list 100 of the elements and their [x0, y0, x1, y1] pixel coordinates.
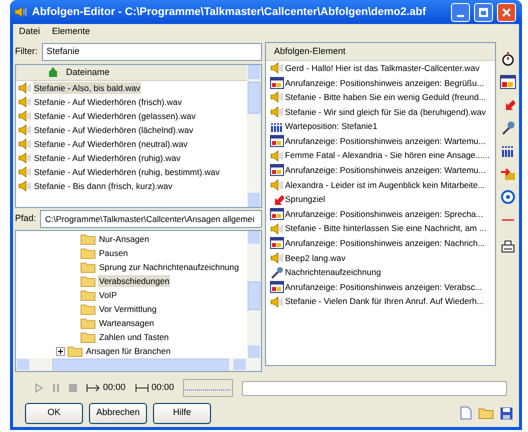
file-item[interactable]: Stefanie - Auf Wiederhören (gelassen).wav [33, 110, 197, 122]
sequence-item[interactable]: Stefanie - Vielen Dank für Ihren Anruf. Auf Wiederh... [285, 295, 484, 308]
sequence-item[interactable]: Stefanie - Wir sind gleich für Sie da (beruhigend).wav [285, 106, 486, 118]
sequence-item[interactable]: Warteposition: Stefanie1 [285, 120, 378, 134]
tree-item[interactable]: Zahlen und Tasten [98, 330, 170, 344]
queue-icon[interactable] [501, 144, 515, 158]
input-field[interactable] [242, 380, 507, 396]
tree-item[interactable]: Nur-Ansagen [98, 232, 150, 246]
file-item[interactable]: Stefanie - Auf Wiederhören (ruhig).wav [33, 152, 182, 164]
length-icon [134, 384, 149, 392]
folder-icon [80, 331, 96, 343]
speaker-icon [18, 152, 32, 164]
sequence-item[interactable]: Gerd - Hallo! Hier ist das Talkmaster-Callcenter.wav [285, 62, 480, 75]
new-file-icon[interactable] [460, 406, 472, 420]
sequence-item[interactable]: Femme Fatal - Alexandria - Sie hören eine Ansage...... [285, 149, 490, 162]
folder-icon [80, 289, 96, 301]
speaker-icon [270, 252, 284, 264]
telephone-icon[interactable] [501, 190, 515, 204]
column-header[interactable]: Dateiname [16, 65, 247, 81]
sequence-item[interactable]: Beep2 lang.wav [285, 252, 346, 264]
arrow-right-icon [86, 384, 100, 392]
speaker-icon [18, 96, 32, 108]
sequence-item[interactable]: Anrufanzeige: Positionshinweis anzeigen: Nachrich... [285, 237, 485, 250]
length-time: 00:00 [152, 381, 174, 394]
sequence-item[interactable]: Stefanie - Bitte haben Sie ein wenig Geduld (freund... [285, 91, 486, 104]
close-button[interactable] [497, 2, 516, 22]
file-item[interactable]: Stefanie - Also, bis bald.wav [33, 82, 142, 94]
tree-item[interactable]: Ansagen für Branchen [85, 344, 172, 358]
filter-field[interactable]: Stefanie [42, 43, 262, 61]
tree-item[interactable]: Vor Vermittlung [98, 302, 158, 316]
file-item[interactable]: Stefanie - Auf Wiederhören (ruhig, bestimmt).wav [33, 166, 221, 178]
menu-item[interactable]: Datei [19, 25, 40, 39]
tree-item[interactable]: VoIP [98, 288, 118, 302]
tree-item[interactable]: Sprung zur Nachrichtenaufzeichnung [98, 260, 240, 274]
dialog-button[interactable]: Hilfe [153, 402, 211, 424]
column-header[interactable]: Abfolgen-Element [266, 43, 495, 61]
window-title: Abfolgen-Editor - C:\Programme\Talkmaster\Callcenter\Abfolgen\demo2.abf [32, 4, 428, 20]
speaker-icon [270, 106, 284, 118]
file-item[interactable]: Stefanie - Auf Wiederhören (frisch).wav [33, 96, 183, 108]
close-icon [502, 8, 511, 16]
speaker-icon [270, 296, 284, 308]
expander-icon[interactable] [56, 346, 65, 356]
play-icon[interactable] [35, 383, 43, 393]
tree-item[interactable]: Pausen [98, 246, 129, 260]
speaker-icon [18, 138, 32, 150]
save-icon[interactable] [500, 406, 513, 420]
dialog-button[interactable]: Abbrechen [89, 402, 147, 424]
sequence-item[interactable]: Sprungziel [285, 193, 326, 206]
scrollbar[interactable] [247, 65, 261, 207]
column-title: Dateiname [66, 66, 110, 79]
file-item[interactable]: Stefanie - Auf Wiederhören (neutral).wav [33, 138, 189, 150]
sequence-item[interactable]: Anrufanzeige: Positionshinweis anzeigen: Begrüßu... [285, 76, 484, 90]
path-field[interactable]: C:\Programme\Talkmaster\Callcenter\Ansagen allgemei [40, 210, 262, 228]
folder-icon[interactable] [478, 406, 494, 420]
sequence-item[interactable]: Alexandra - Leider ist im Augenblick kein Mitarbeite... [285, 178, 485, 192]
menu-item[interactable]: Elemente [52, 25, 90, 39]
speaker-icon [18, 180, 32, 192]
stopwatch-icon[interactable] [501, 52, 515, 66]
printer-icon[interactable] [501, 240, 515, 254]
horizontal-scrollbar[interactable] [16, 358, 261, 371]
folder-icon [80, 303, 96, 315]
column-title: Abfolgen-Element [274, 44, 346, 58]
speaker-icon [270, 62, 284, 74]
level-meter [183, 379, 234, 397]
maximize-button[interactable] [474, 2, 493, 22]
speaker-icon [270, 91, 284, 104]
dialog-button[interactable]: OK [25, 402, 83, 424]
sequence-item[interactable]: Anrufanzeige: Positionshinweis anzeigen: Verabsc... [285, 280, 482, 294]
queue-icon [270, 120, 284, 133]
file-item[interactable]: Stefanie - Bis dann (frisch, kurz).wav [33, 180, 174, 192]
speaker-icon [270, 222, 284, 235]
file-item[interactable]: Stefanie - Auf Wiederhören (lächelnd).wav [33, 124, 194, 136]
display-icon[interactable] [500, 75, 516, 89]
filter-label: Filter: [15, 45, 38, 58]
sequence-item[interactable]: Anrufanzeige: Positionshinweis anzeigen: Wartemu... [285, 134, 486, 148]
display-icon [270, 208, 284, 220]
path-label: Pfad: [15, 212, 36, 226]
tree-item[interactable]: Warteansagen [98, 316, 155, 330]
speaker-icon [270, 150, 284, 162]
microphone-icon [270, 266, 284, 279]
sequence-item[interactable]: Anrufanzeige: Positionshinweis anzeigen: Sprecha... [285, 208, 483, 221]
sequence-item[interactable]: Anrufanzeige: Positionshinweis anzeigen: Wartemu... [285, 164, 486, 177]
display-icon [270, 164, 284, 176]
speaker-icon [14, 6, 28, 18]
display-icon [270, 281, 284, 294]
scrollbar[interactable] [247, 231, 261, 358]
sequence-item[interactable]: Nachrichtenaufzeichnung [285, 266, 381, 279]
arrow-tape-icon[interactable] [500, 167, 516, 181]
folder-icon [80, 247, 96, 259]
folder-icon [80, 275, 96, 287]
microphone-icon[interactable] [501, 121, 515, 135]
speaker-icon [18, 166, 32, 178]
folder-icon [80, 233, 96, 245]
speaker-icon [18, 124, 32, 136]
speaker-icon [18, 110, 32, 122]
tree-item[interactable]: Verabschiedungen [98, 274, 170, 288]
speaker-icon [270, 179, 284, 192]
sequence-item[interactable]: Stefanie - Bitte hinterlassen Sie eine Nachricht, am ... [285, 222, 486, 236]
minimize-button[interactable] [451, 2, 470, 22]
folder-icon [80, 261, 96, 273]
